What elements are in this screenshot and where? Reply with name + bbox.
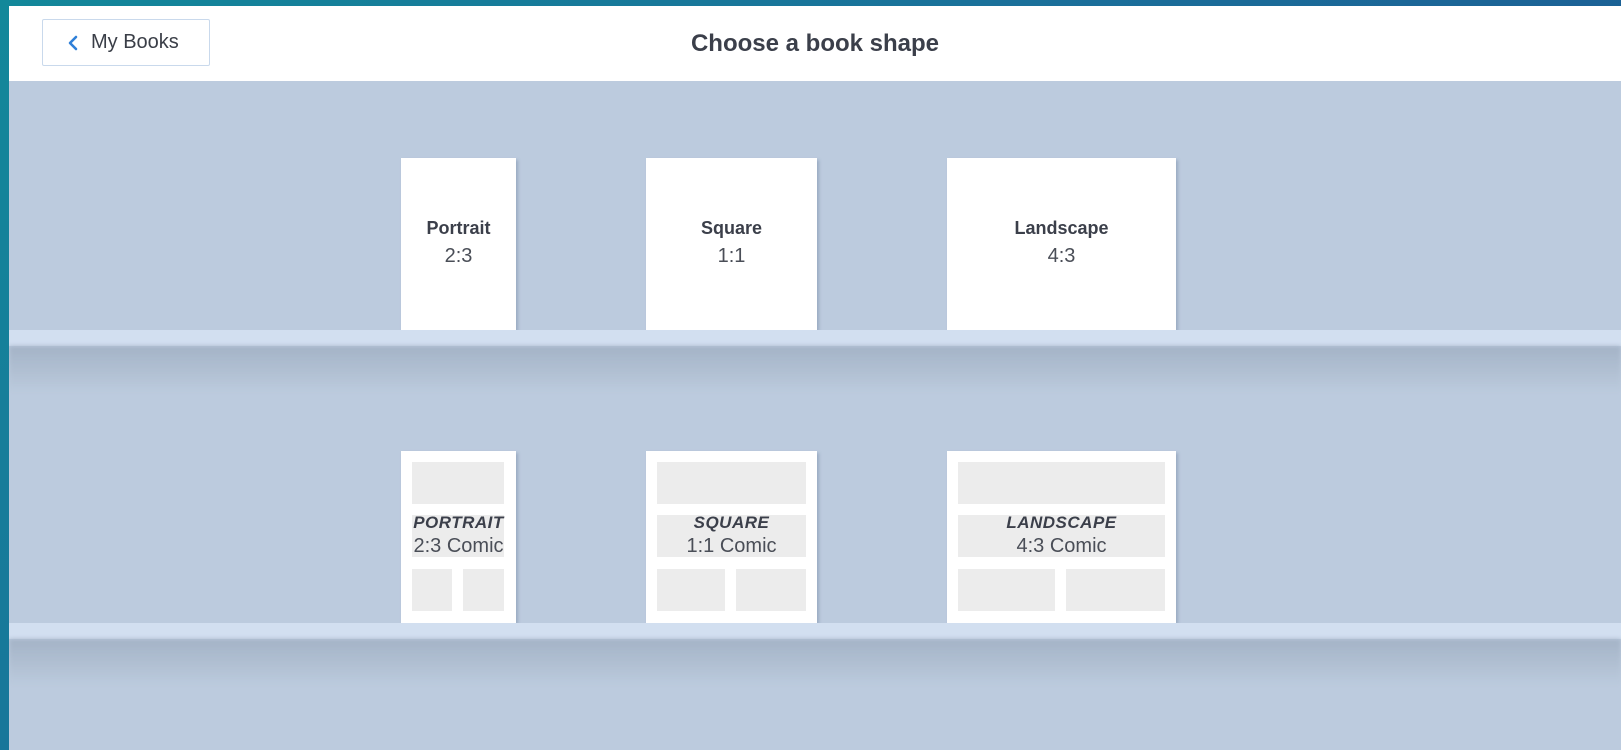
comic-panel [958,569,1055,611]
book-landscape-comic[interactable]: LANDSCAPE 4:3 Comic [947,451,1176,623]
book-ratio: 2:3 [444,245,473,267]
book-landscape[interactable]: Landscape 4:3 [947,158,1176,330]
shelf-plank [9,330,1621,346]
book-ratio: 2:3 Comic [413,535,504,557]
book-portrait[interactable]: Portrait 2:3 [401,158,516,330]
book-portrait-comic[interactable]: PORTRAIT 2:3 Comic [401,451,516,623]
top-bar: My Books Choose a book shape [9,6,1621,81]
page-title-text: Choose a book shape [690,29,940,57]
comic-panel [736,569,806,611]
book-name: PORTRAIT [413,513,504,532]
comic-panel [412,462,504,504]
comic-panel [412,569,452,611]
comic-panel [657,569,725,611]
book-square[interactable]: Square 1:1 [646,158,817,330]
page-title: Choose a book shape [9,6,1621,81]
shelf-shadow [9,346,1621,392]
book-ratio: 1:1 [717,245,746,267]
book-name: LANDSCAPE [1006,513,1117,532]
shelf-shadow [9,639,1621,685]
book-name: SQUARE [693,513,770,532]
comic-panel [958,462,1165,504]
book-ratio: 4:3 [1047,245,1076,267]
book-name: Square [700,218,763,238]
book-name: Portrait [426,218,491,238]
comic-panel [463,569,504,611]
book-ratio: 1:1 Comic [686,535,777,557]
shelf-plank [9,623,1621,639]
comic-panel [657,462,806,504]
book-square-comic[interactable]: SQUARE 1:1 Comic [646,451,817,623]
book-ratio: 4:3 Comic [1016,535,1107,557]
book-name: Landscape [1014,218,1109,238]
app-window: My Books Choose a book shape Portrait 2:… [9,6,1621,750]
comic-panel [1066,569,1165,611]
